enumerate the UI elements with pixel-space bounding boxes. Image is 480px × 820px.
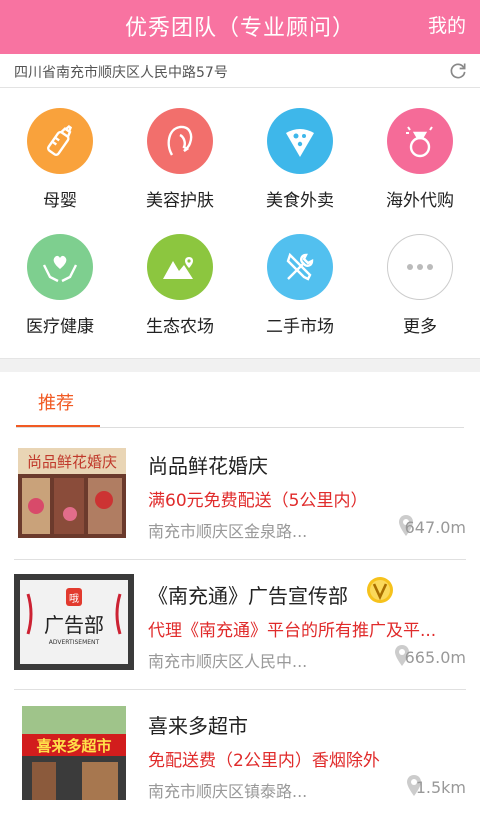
list-item[interactable]: 哦 广告部 ADVERTISEMENT 《南充通》广告宣传部 代理《南充通》平台… [0, 560, 480, 690]
page-title: 优秀团队（专业顾问） [124, 16, 355, 41]
svg-text:哦: 哦 [69, 593, 79, 605]
category-healthcare[interactable]: 医疗健康 [0, 216, 120, 341]
category-second-hand-market[interactable]: 二手市场 [240, 216, 360, 341]
thumbnail-text: 喜来多超市 [36, 737, 111, 755]
tab-bar: 推荐 [0, 372, 480, 430]
category-label: 美容护肤 [146, 191, 214, 211]
merchant-distance: 647.0m [404, 518, 466, 537]
merchant-name: 《南充通》广告宣传部 [148, 584, 348, 608]
category-more[interactable]: 更多 [360, 216, 480, 341]
thumbnail-text: 广告部 [44, 613, 104, 637]
category-label: 生态农场 [146, 317, 214, 337]
list-item[interactable]: 尚品鲜花婚庆 尚品鲜花婚庆 满60元免费配送（5公里内） 南充市顺庆区金泉路..… [0, 430, 480, 560]
merchant-distance: 1.5km [415, 778, 466, 797]
merchant-distance: 665.0m [404, 648, 466, 667]
address-bar: 四川省南充市顺庆区人民中路57号 [0, 54, 480, 88]
tab-baseline [16, 427, 464, 428]
more-icon [387, 234, 453, 300]
verified-v-icon [367, 577, 393, 603]
diamond-ring-icon [387, 108, 453, 174]
merchant-promo: 免配送费（2公里内）香烟除外 [148, 751, 380, 771]
baby-bottle-icon [27, 108, 93, 174]
merchant-promo: 满60元免费配送（5公里内） [148, 491, 368, 511]
merchant-name: 尚品鲜花婚庆 [148, 454, 268, 478]
category-label: 海外代购 [386, 191, 454, 211]
category-label: 医疗健康 [26, 317, 94, 337]
merchant-thumbnail: 喜来多超市 [22, 706, 126, 800]
section-divider [0, 358, 480, 372]
thumbnail-subtext: ADVERTISEMENT [49, 639, 100, 646]
merchant-thumbnail: 尚品鲜花婚庆 [18, 448, 126, 538]
category-eco-farm[interactable]: 生态农场 [120, 216, 240, 341]
pizza-icon [267, 108, 333, 174]
tools-icon [267, 234, 333, 300]
my-account-button[interactable]: 我的 [428, 11, 466, 38]
merchant-thumbnail: 哦 广告部 ADVERTISEMENT [14, 574, 134, 670]
category-label: 二手市场 [266, 317, 334, 337]
tab-label: 推荐 [38, 393, 74, 414]
merchant-promo: 代理《南充通》平台的所有推广及平... [148, 621, 437, 641]
category-label: 美食外卖 [266, 191, 334, 211]
category-maternity[interactable]: 母婴 [0, 90, 120, 215]
merchant-name: 喜来多超市 [148, 714, 248, 738]
category-beauty[interactable]: 美容护肤 [120, 90, 240, 215]
woman-face-icon [147, 108, 213, 174]
thumbnail-text: 尚品鲜花婚庆 [27, 453, 117, 471]
merchant-location: 南充市顺庆区金泉路... [148, 522, 308, 541]
category-food-delivery[interactable]: 美食外卖 [240, 90, 360, 215]
category-label: 更多 [403, 317, 437, 337]
merchant-location: 南充市顺庆区镇泰路... [148, 782, 308, 801]
refresh-icon[interactable] [448, 61, 468, 81]
tab-recommended[interactable]: 推荐 [16, 372, 100, 428]
app-header: 优秀团队（专业顾问） 我的 [0, 0, 480, 54]
current-address: 四川省南充市顺庆区人民中路57号 [14, 65, 228, 81]
list-item[interactable]: 喜来多超市 喜来多超市 免配送费（2公里内）香烟除外 南充市顺庆区镇泰路... … [0, 690, 480, 820]
category-overseas-purchase[interactable]: 海外代购 [360, 90, 480, 215]
heart-hands-icon [27, 234, 93, 300]
merchant-location: 南充市顺庆区人民中... [148, 652, 308, 671]
category-grid: 母婴 美容护肤 美食外卖 海外代购 医疗健康 生态农场 二手市场 更多 [0, 90, 480, 360]
mountain-pin-icon [147, 234, 213, 300]
category-label: 母婴 [43, 191, 77, 211]
